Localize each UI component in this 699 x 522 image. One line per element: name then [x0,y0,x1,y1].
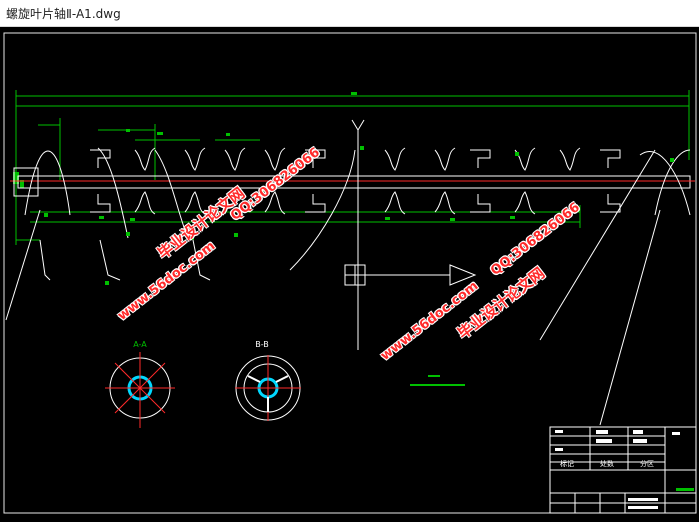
section-b-b-view [235,355,301,421]
title-block [549,426,697,514]
title-block-sign-2: 处数 [600,459,614,468]
overall-dimension [15,90,690,245]
technical-notes [410,375,465,386]
drawing-svg: A-A B-B 标记 处数 分区 [3,32,697,514]
window-titlebar: 螺旋叶片轴Ⅱ-A1.dwg [0,0,699,27]
title-block-sign-3: 分区 [640,459,654,468]
title-block-sign-1: 标记 [560,459,574,468]
cad-drawing-canvas[interactable]: A-A B-B 标记 处数 分区 www.56doc.com 毕业设计论文网 Q… [0,27,699,518]
section-cut-symbol [344,119,477,350]
section-a-a-label: A-A [133,340,147,349]
section-a-a-view [105,352,175,428]
helical-flights [5,147,691,426]
window-title: 螺旋叶片轴Ⅱ-A1.dwg [6,7,121,21]
section-b-b-label: B-B [255,340,269,349]
shaft-body [17,175,691,189]
title-block-drawing-name [676,488,694,491]
